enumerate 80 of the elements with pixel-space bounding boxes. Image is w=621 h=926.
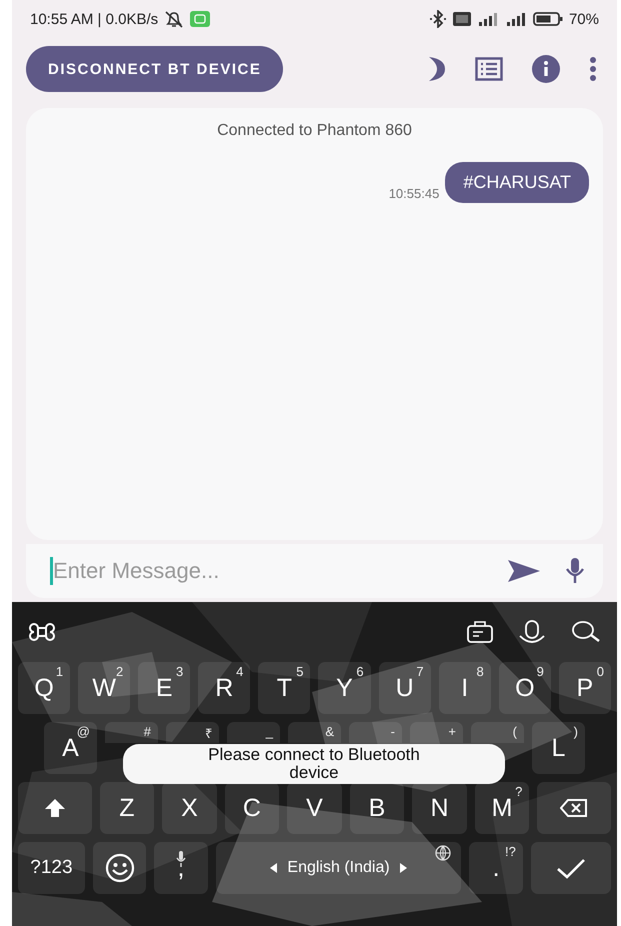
message-input[interactable]: Enter Message... bbox=[53, 558, 483, 584]
message-bubble: #CHARUSAT bbox=[445, 162, 589, 203]
letter-key[interactable]: _ bbox=[227, 722, 280, 743]
letter-key[interactable]: ( bbox=[471, 722, 524, 743]
letter-key[interactable]: B bbox=[350, 782, 404, 834]
space-key[interactable]: English (India) bbox=[216, 842, 462, 894]
letter-key[interactable]: A @ bbox=[44, 722, 97, 774]
key-hint: + bbox=[448, 724, 456, 739]
key-hint: - bbox=[390, 724, 395, 739]
message-field[interactable]: Enter Message... bbox=[26, 544, 603, 598]
key-hint: 1 bbox=[56, 664, 64, 679]
key-hint: # bbox=[144, 724, 151, 739]
letter-key[interactable]: Z bbox=[100, 782, 154, 834]
comma-key[interactable]: , bbox=[154, 842, 208, 894]
key-hint: ? bbox=[515, 784, 522, 799]
letter-key[interactable]: X bbox=[162, 782, 217, 834]
up-arrow-icon bbox=[44, 798, 66, 818]
key-hint: 7 bbox=[416, 664, 424, 679]
microphone-icon[interactable] bbox=[565, 557, 585, 585]
command-icon bbox=[28, 620, 56, 644]
key-hint: _ bbox=[266, 724, 273, 739]
letter-key[interactable]: & bbox=[288, 722, 341, 743]
key-hint: 9 bbox=[536, 664, 544, 679]
backspace-key[interactable] bbox=[537, 782, 611, 834]
letter-key[interactable]: V bbox=[287, 782, 342, 834]
right-triangle-icon bbox=[400, 863, 407, 873]
signal-icon bbox=[476, 11, 499, 27]
search-icon bbox=[571, 620, 601, 644]
symbols-key[interactable]: ?123 bbox=[18, 842, 85, 894]
bluetooth-icon bbox=[428, 10, 447, 28]
key-hint: 4 bbox=[236, 664, 244, 679]
period-key[interactable]: . !? bbox=[469, 842, 523, 894]
clipboard-icon bbox=[467, 621, 493, 643]
key-hint: 8 bbox=[476, 664, 484, 679]
shift-key[interactable] bbox=[18, 782, 92, 834]
emoji-key[interactable] bbox=[92, 842, 146, 894]
letter-key[interactable]: L ) bbox=[532, 722, 585, 774]
more-icon[interactable] bbox=[589, 57, 597, 81]
globe-icon bbox=[435, 845, 452, 861]
muted-bell-icon bbox=[164, 10, 184, 28]
microphone-icon bbox=[176, 851, 186, 867]
letter-key[interactable]: N bbox=[412, 782, 467, 834]
key-hint: ( bbox=[512, 724, 517, 739]
letter-key[interactable]: ₹ bbox=[166, 722, 219, 743]
letter-key[interactable]: I 8 bbox=[438, 662, 491, 714]
app-icon bbox=[190, 11, 210, 27]
smiley-icon bbox=[104, 853, 134, 883]
left-triangle-icon bbox=[270, 863, 278, 873]
key-hint: @ bbox=[76, 724, 90, 739]
key-hint: 6 bbox=[356, 664, 364, 679]
bluetooth-toast: Please connect to Bluetooth device bbox=[123, 744, 505, 784]
disconnect-button[interactable]: DISCONNECT BT DEVICE bbox=[26, 46, 284, 92]
signal-icon bbox=[504, 11, 527, 27]
microphone-icon bbox=[519, 620, 545, 644]
info-icon[interactable] bbox=[531, 54, 561, 84]
message-time: 10:55:45 bbox=[388, 186, 440, 201]
key-hint: ₹ bbox=[205, 725, 212, 742]
letter-key[interactable]: C bbox=[224, 782, 280, 834]
list-icon[interactable] bbox=[475, 57, 503, 81]
key-hint: !? bbox=[505, 844, 516, 859]
battery-icon bbox=[532, 12, 563, 26]
letter-key[interactable]: - bbox=[349, 722, 402, 743]
letter-key[interactable]: # bbox=[105, 722, 158, 743]
key-hint: & bbox=[325, 724, 334, 739]
language-label: English (India) bbox=[287, 859, 390, 877]
volte-icon bbox=[452, 12, 471, 26]
send-icon[interactable] bbox=[507, 559, 541, 583]
connection-status: Connected to Phantom 860 bbox=[217, 122, 412, 140]
key-hint: 3 bbox=[176, 664, 184, 679]
key-hint: ) bbox=[574, 724, 578, 739]
battery-percent: 70% bbox=[568, 10, 599, 28]
status-text: 10:55 AM | 0.0KB/s bbox=[30, 10, 158, 28]
key-hint: 5 bbox=[296, 664, 304, 679]
checkmark-icon bbox=[556, 857, 586, 879]
key-hint: 2 bbox=[116, 664, 124, 679]
letter-key[interactable]: M ? bbox=[474, 782, 530, 834]
key-hint: 0 bbox=[596, 664, 604, 679]
done-key[interactable] bbox=[530, 842, 612, 894]
letter-key[interactable]: + bbox=[410, 722, 463, 743]
backspace-icon bbox=[560, 799, 588, 817]
